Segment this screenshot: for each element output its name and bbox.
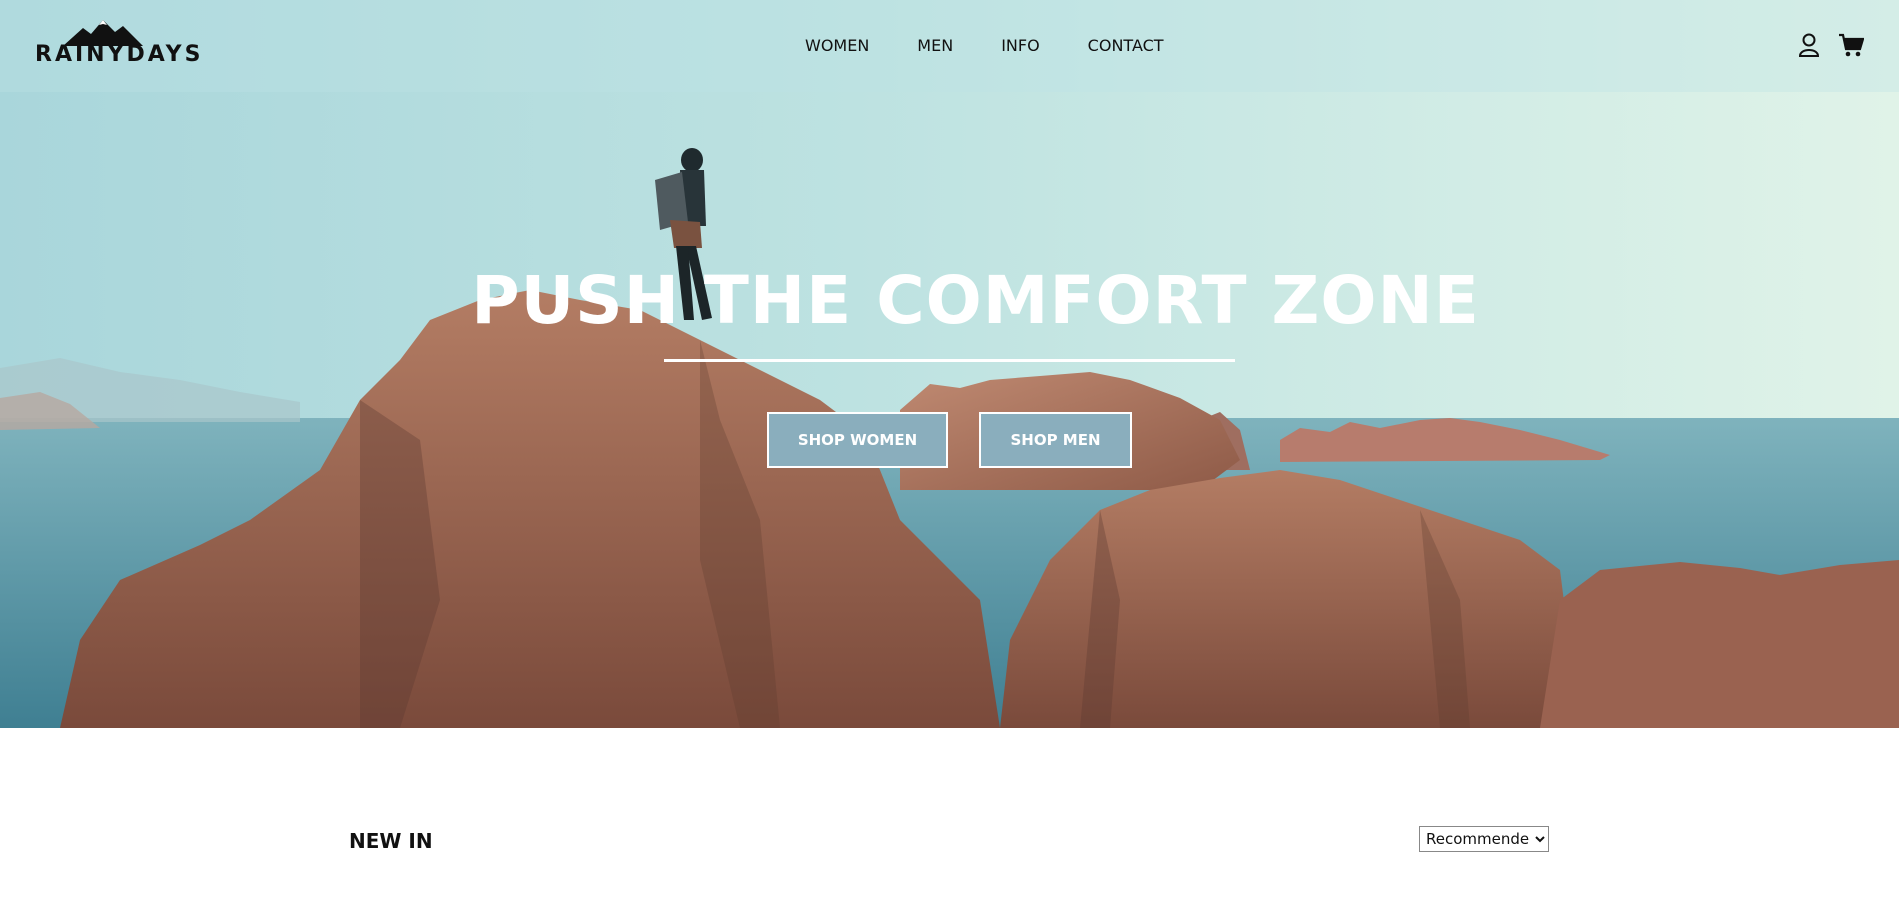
cart-icon[interactable] bbox=[1838, 33, 1864, 57]
hero-title: PUSH THE COMFORT ZONE bbox=[471, 262, 1480, 339]
nav-info[interactable]: INFO bbox=[1001, 36, 1039, 55]
nav-contact[interactable]: CONTACT bbox=[1088, 36, 1164, 55]
hero-divider bbox=[664, 359, 1235, 362]
site-header: RAINYDAYS WOMEN MEN INFO CONTACT bbox=[0, 0, 1899, 92]
user-icon[interactable] bbox=[1798, 33, 1820, 57]
nav-men[interactable]: MEN bbox=[917, 36, 953, 55]
new-in-heading: NEW IN bbox=[349, 829, 433, 853]
hero-image bbox=[0, 148, 1899, 728]
shop-men-button[interactable]: SHOP MEN bbox=[979, 412, 1132, 468]
logo-text: RAINYDAYS bbox=[35, 42, 204, 67]
site-logo[interactable]: RAINYDAYS bbox=[35, 20, 200, 72]
shop-women-button[interactable]: SHOP WOMEN bbox=[767, 412, 948, 468]
sort-select[interactable]: Recommended bbox=[1419, 826, 1549, 852]
nav-women[interactable]: WOMEN bbox=[805, 36, 869, 55]
hero-banner: RAINYDAYS WOMEN MEN INFO CONTACT PUSH TH… bbox=[0, 0, 1899, 728]
main-nav: WOMEN MEN INFO CONTACT bbox=[805, 36, 1164, 55]
